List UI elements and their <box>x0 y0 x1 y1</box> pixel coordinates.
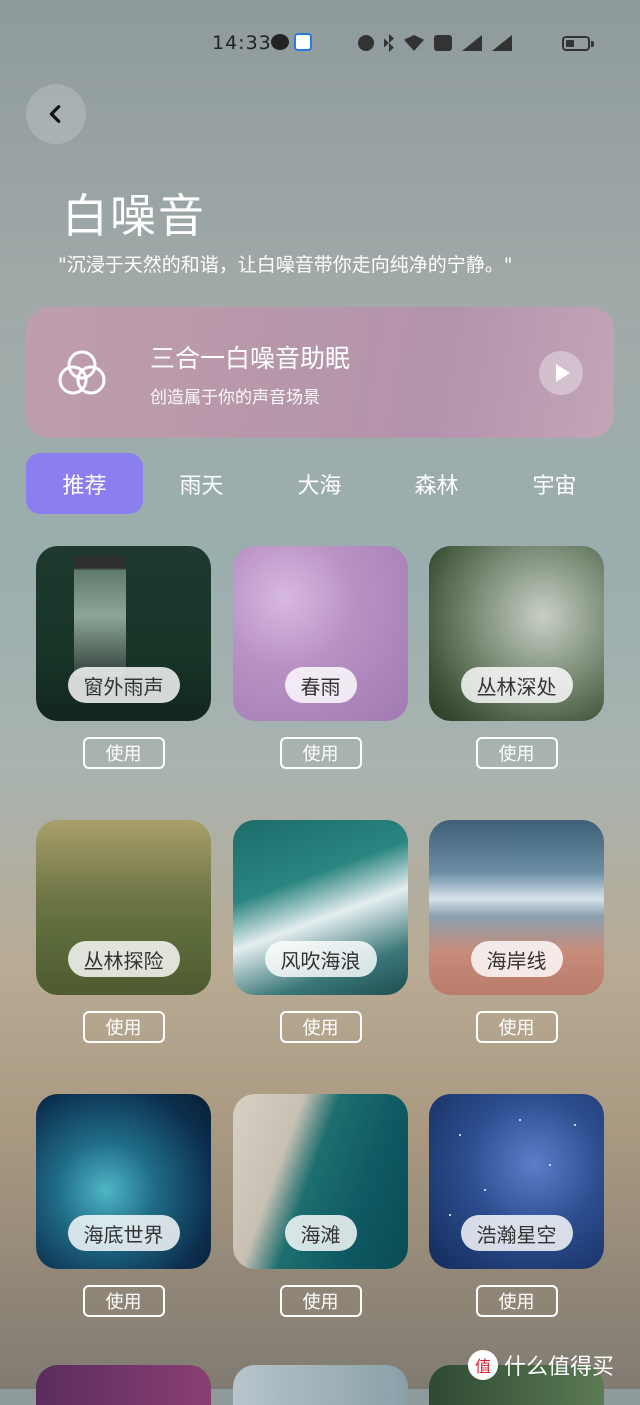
sound-name: 浩瀚星空 <box>460 1215 573 1251</box>
use-button[interactable]: 使用 <box>279 1285 362 1317</box>
use-button[interactable]: 使用 <box>82 737 165 769</box>
sound-thumbnail[interactable]: 丛林深处 <box>429 546 604 721</box>
tab-rainy[interactable]: 雨天 <box>143 453 260 514</box>
wifi-icon <box>404 35 424 51</box>
banner-title: 三合一白噪音助眠 <box>150 344 351 373</box>
sound-thumbnail[interactable]: 海岸线 <box>429 820 604 995</box>
use-button[interactable]: 使用 <box>279 1011 362 1043</box>
battery-tip <box>591 41 594 47</box>
signal-icon-2 <box>492 35 512 51</box>
sound-thumbnail[interactable]: 窗外雨声 <box>36 546 211 721</box>
status-time: 14:33 <box>212 32 272 54</box>
play-button[interactable] <box>539 351 583 395</box>
use-button[interactable]: 使用 <box>82 1285 165 1317</box>
use-button[interactable]: 使用 <box>475 1285 558 1317</box>
banner-subtitle: 创造属于你的声音场景 <box>150 388 320 408</box>
use-button[interactable]: 使用 <box>82 1011 165 1043</box>
mix-banner[interactable]: 三合一白噪音助眠 创造属于你的声音场景 <box>26 307 614 438</box>
tab-recommend[interactable]: 推荐 <box>26 453 143 514</box>
signal-icon-1 <box>462 35 482 51</box>
sound-thumbnail[interactable]: 丛林探险 <box>36 820 211 995</box>
tab-sea[interactable]: 大海 <box>261 453 378 514</box>
category-tabs: 推荐 雨天 大海 森林 宇宙 <box>26 453 626 515</box>
watermark-logo-icon: 值 <box>468 1350 498 1380</box>
sound-thumbnail[interactable]: 风吹海浪 <box>233 820 408 995</box>
system-icons <box>358 34 512 52</box>
three-circles-icon <box>58 350 106 395</box>
sound-name: 风吹海浪 <box>264 941 377 977</box>
lantern-image <box>74 556 126 676</box>
sound-name: 丛林探险 <box>67 941 180 977</box>
battery-icon <box>562 36 590 51</box>
page-title: 白噪音 <box>62 189 206 243</box>
watermark: 值 什么值得买 <box>468 1345 638 1385</box>
sound-name: 春雨 <box>284 667 357 703</box>
sound-thumbnail[interactable]: 海底世界 <box>36 1094 211 1269</box>
tab-universe[interactable]: 宇宙 <box>496 453 613 514</box>
alarm-icon <box>358 35 374 51</box>
back-button[interactable] <box>26 84 86 144</box>
sound-name: 丛林深处 <box>460 667 573 703</box>
tab-forest[interactable]: 森林 <box>378 453 495 514</box>
use-button[interactable]: 使用 <box>475 1011 558 1043</box>
status-bar: 14:33 <box>0 28 640 60</box>
message-icon <box>271 34 289 50</box>
app-notification-icon <box>294 33 312 51</box>
sound-thumbnail[interactable]: 海滩 <box>233 1094 408 1269</box>
bluetooth-icon <box>384 34 394 52</box>
hd-icon <box>434 35 452 51</box>
use-button[interactable]: 使用 <box>475 737 558 769</box>
chevron-left-icon <box>49 105 61 123</box>
sound-thumbnail[interactable]: 浩瀚星空 <box>429 1094 604 1269</box>
sound-thumbnail[interactable]: 春雨 <box>233 546 408 721</box>
use-button[interactable]: 使用 <box>279 737 362 769</box>
sound-name: 窗外雨声 <box>67 667 180 703</box>
sound-name: 海岸线 <box>470 941 563 977</box>
sound-name: 海底世界 <box>67 1215 180 1251</box>
page-subtitle: "沉浸于天然的和谐，让白噪音带你走向纯净的宁静。" <box>58 254 513 276</box>
watermark-text: 什么值得买 <box>504 1355 615 1380</box>
sound-name: 海滩 <box>284 1215 357 1251</box>
sound-card-partial[interactable] <box>233 1365 408 1405</box>
sound-card-partial[interactable] <box>36 1365 211 1405</box>
